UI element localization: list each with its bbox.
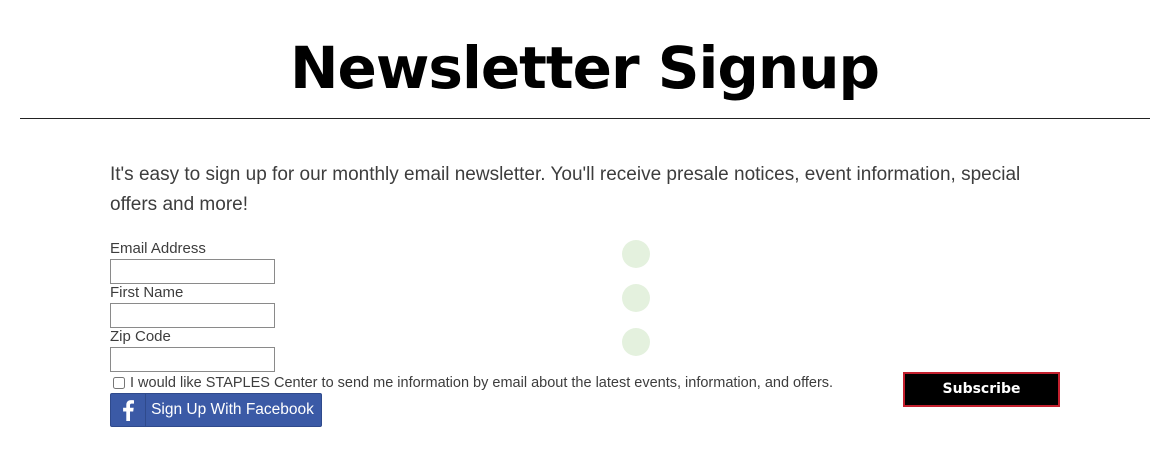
facebook-button-label: Sign Up With Facebook — [151, 401, 314, 418]
email-label: Email Address — [110, 240, 206, 257]
facebook-signup-button[interactable]: Sign Up With Facebook — [110, 393, 322, 427]
page-title: Newsletter Signup — [289, 34, 880, 102]
consent-label: I would like STAPLES Center to send me i… — [130, 375, 834, 391]
title-divider — [20, 118, 1150, 119]
first-name-label: First Name — [110, 284, 184, 301]
facebook-icon — [111, 394, 146, 426]
consent-checkbox[interactable] — [113, 377, 125, 389]
first-name-field[interactable] — [110, 303, 275, 328]
zip-code-field[interactable] — [110, 347, 275, 372]
intro-text: It's easy to sign up for our monthly ema… — [110, 164, 1021, 215]
indicator-dot — [622, 240, 650, 268]
subscribe-button[interactable]: Subscribe — [903, 372, 1060, 407]
indicator-dot — [622, 328, 650, 356]
indicator-dot — [622, 284, 650, 312]
zip-code-label: Zip Code — [110, 328, 171, 345]
consent-row: I would like STAPLES Center to send me i… — [113, 374, 833, 392]
email-field[interactable] — [110, 259, 275, 284]
